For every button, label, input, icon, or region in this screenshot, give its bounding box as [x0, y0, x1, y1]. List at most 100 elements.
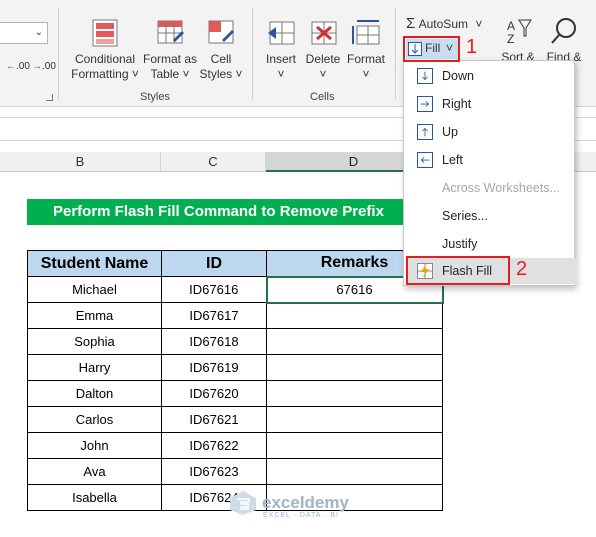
chevron-down-icon: ⌄	[34, 27, 43, 38]
find-select-button[interactable]: Find &	[542, 16, 586, 65]
separator	[58, 8, 59, 100]
remarks-cell[interactable]	[266, 406, 443, 433]
number-format-dropdown[interactable]: ⌄	[0, 22, 48, 44]
format-label: Format	[346, 52, 385, 66]
sort-filter-icon: A Z	[507, 19, 532, 46]
student-name-cell[interactable]: Michael	[27, 276, 162, 303]
student-name-cell[interactable]: Isabella	[27, 484, 162, 511]
conditional-formatting-icon	[92, 19, 118, 47]
cell-styles-icon	[208, 20, 234, 44]
cell-styles-label: Cell	[210, 52, 232, 66]
insert-chevron: ˅	[277, 67, 285, 81]
menu-item-down[interactable]: Down	[404, 63, 574, 89]
fill-dropdown-menu: Down Right Up Left Across Worksheets... …	[403, 60, 577, 286]
delete-button[interactable]: Delete ˅	[303, 18, 343, 82]
delete-label: Delete	[305, 52, 341, 66]
title-banner: Perform Flash Fill Command to Remove Pre…	[27, 199, 441, 225]
menu-item-right[interactable]: Right	[404, 91, 574, 117]
decrease-decimal-label: .00	[42, 61, 56, 72]
student-name-cell[interactable]: Dalton	[27, 380, 162, 407]
table-row: Emma ID67617	[27, 302, 443, 329]
delete-cells-icon	[311, 21, 337, 45]
exceldemy-logo-icon	[230, 491, 256, 515]
table-row: Ava ID67623	[27, 458, 443, 485]
separator	[395, 8, 396, 100]
step-number-2: 2	[516, 258, 528, 280]
autosum-button[interactable]: Σ AutoSum ˅	[406, 15, 482, 32]
id-cell[interactable]: ID67621	[161, 406, 267, 433]
cell-styles-label-2: Styles ˅	[199, 67, 243, 81]
styles-group-label: Styles	[140, 91, 170, 103]
fill-right-icon	[417, 96, 433, 112]
menu-item-label: Series...	[442, 209, 488, 223]
watermark-tagline: EXCEL · DATA · BI	[263, 512, 339, 519]
student-name-cell[interactable]: Sophia	[27, 328, 162, 355]
menu-item-label: Right	[442, 97, 472, 111]
menu-item-label: Left	[442, 153, 463, 167]
insert-button[interactable]: Insert ˅	[262, 18, 300, 82]
menu-item-label: Down	[442, 69, 474, 83]
student-name-cell[interactable]: Emma	[27, 302, 162, 329]
table-row: Michael ID67616 67616	[27, 275, 444, 304]
cell-styles-button[interactable]: Cell Styles ˅	[196, 18, 246, 82]
format-as-table-label: Format as	[142, 52, 197, 66]
header-id[interactable]: ID	[161, 250, 267, 277]
remarks-cell[interactable]	[266, 458, 443, 485]
menu-item-label: Up	[442, 125, 458, 139]
id-cell[interactable]: ID67616	[161, 276, 267, 303]
format-chevron: ˅	[362, 67, 370, 81]
remarks-cell[interactable]	[266, 354, 443, 381]
column-header-b[interactable]: B	[0, 152, 161, 172]
highlight-box-fill	[403, 36, 460, 62]
conditional-formatting-button[interactable]: Conditional Formatting ˅	[66, 18, 144, 82]
menu-item-label: Justify	[442, 237, 478, 251]
increase-decimal-label: .00	[16, 61, 30, 72]
table-row: Carlos ID67621	[27, 406, 443, 433]
fill-up-icon	[417, 124, 433, 140]
separator	[252, 8, 253, 100]
conditional-formatting-label: Conditional	[74, 52, 136, 66]
table-row: Harry ID67619	[27, 354, 443, 381]
remarks-cell[interactable]	[266, 328, 443, 355]
student-table: Student Name ID Remarks Michael ID67616 67…	[27, 250, 444, 511]
student-name-cell[interactable]: Ava	[27, 458, 162, 485]
id-cell[interactable]: ID67618	[161, 328, 267, 355]
magnifier-icon	[551, 18, 576, 44]
increase-decimal-button[interactable]: ←.00	[6, 58, 30, 72]
menu-item-justify[interactable]: Justify	[404, 231, 574, 257]
id-cell[interactable]: ID67619	[161, 354, 267, 381]
format-as-table-label-2: Table ˅	[150, 67, 190, 81]
conditional-formatting-label-2: Formatting ˅	[71, 67, 139, 81]
svg-text:Z: Z	[507, 32, 514, 46]
id-cell[interactable]: ID67623	[161, 458, 267, 485]
format-button[interactable]: Format ˅	[344, 18, 388, 82]
table-row: John ID67622	[27, 432, 443, 459]
table-icon	[157, 20, 184, 44]
menu-item-left[interactable]: Left	[404, 147, 574, 173]
remarks-cell[interactable]	[266, 302, 443, 329]
highlight-box-flash-fill	[406, 256, 510, 285]
format-cells-icon	[352, 20, 380, 45]
remarks-cell[interactable]	[266, 380, 443, 407]
student-name-cell[interactable]: John	[27, 432, 162, 459]
excel-window: ⌄ ←.00 →.00 Conditional Formatting ˅ For…	[0, 0, 596, 537]
sort-filter-button[interactable]: A Z Sort &	[498, 16, 538, 65]
cells-group-label: Cells	[310, 91, 335, 103]
dialog-launcher-icon[interactable]	[46, 94, 53, 101]
id-cell[interactable]: ID67617	[161, 302, 267, 329]
menu-item-up[interactable]: Up	[404, 119, 574, 145]
column-header-c[interactable]: C	[161, 152, 266, 172]
format-as-table-button[interactable]: Format as Table ˅	[140, 18, 200, 82]
autosum-chevron: ˅	[475, 17, 483, 31]
decrease-decimal-button[interactable]: →.00	[32, 58, 56, 72]
fill-down-icon	[417, 68, 433, 84]
student-name-cell[interactable]: Harry	[27, 354, 162, 381]
autosum-label: AutoSum	[418, 17, 468, 31]
student-name-cell[interactable]: Carlos	[27, 406, 162, 433]
menu-item-series[interactable]: Series...	[404, 203, 574, 229]
table-row: Dalton ID67620	[27, 380, 443, 407]
remarks-cell[interactable]	[266, 432, 443, 459]
header-student-name[interactable]: Student Name	[27, 250, 162, 277]
id-cell[interactable]: ID67622	[161, 432, 267, 459]
id-cell[interactable]: ID67620	[161, 380, 267, 407]
